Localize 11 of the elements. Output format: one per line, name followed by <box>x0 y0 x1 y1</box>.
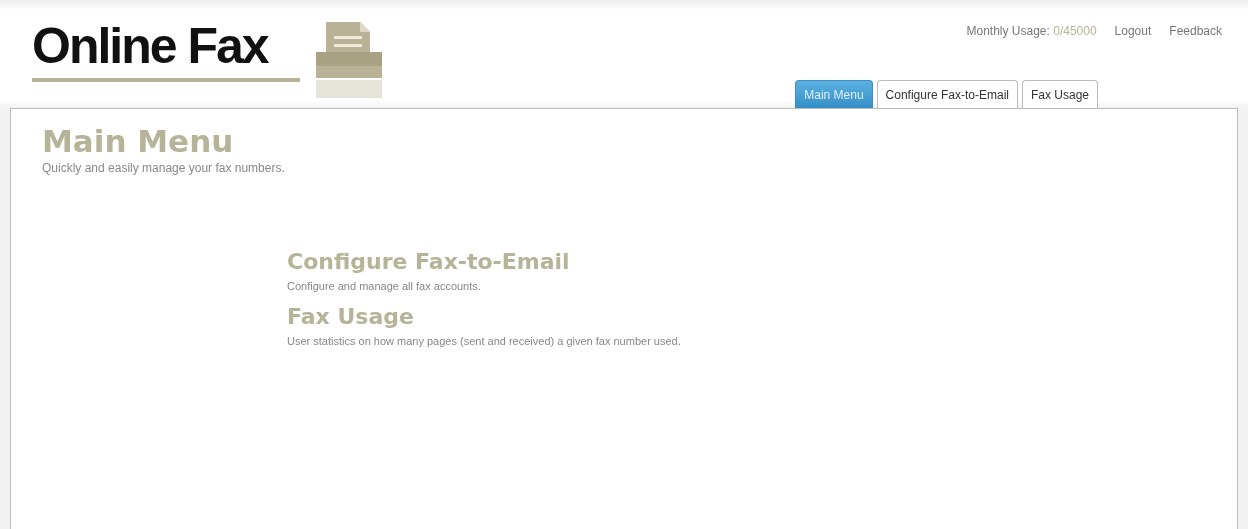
page-title: Main Menu <box>42 123 235 159</box>
monthly-usage: Monthly Usage: 0/45000 <box>966 24 1097 38</box>
page-subtitle: Quickly and easily manage your fax numbers. <box>42 161 286 175</box>
menu-description: Configure and manage all fax accounts. <box>287 280 481 292</box>
tab[interactable]: Main Menu <box>795 80 873 108</box>
menu-description: User statistics on how many pages (sent and received) a given fax number used. <box>287 335 681 347</box>
logo-text[interactable]: Online Fax <box>32 18 300 82</box>
tab[interactable]: Configure Fax-to-Email <box>876 80 1018 108</box>
header-link[interactable]: Feedback <box>1169 24 1222 38</box>
header-link[interactable]: Logout <box>1114 24 1152 38</box>
tab[interactable]: Fax Usage <box>1021 80 1098 108</box>
